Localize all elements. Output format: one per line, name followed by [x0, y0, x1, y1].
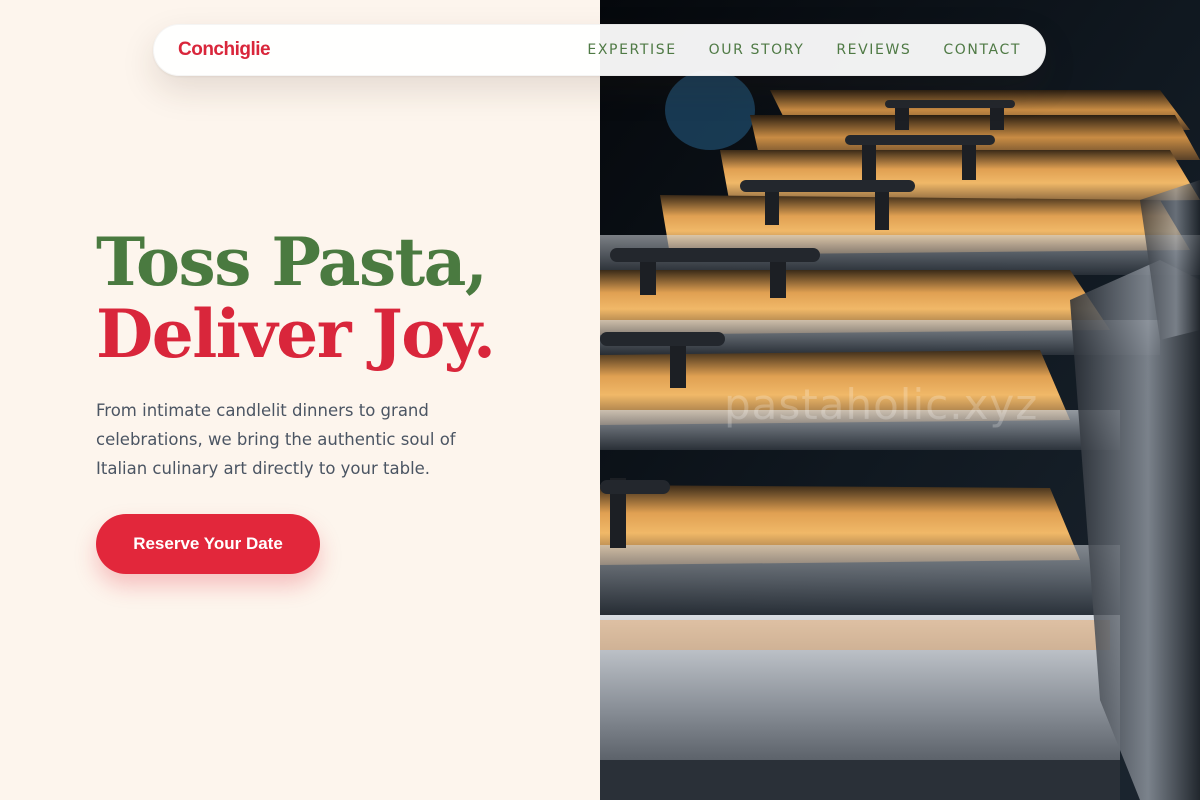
hero-title: Toss Pasta, Deliver Joy.: [96, 223, 496, 373]
top-navbar: Conchiglie EXPERTISE OUR STORY REVIEWS C…: [153, 24, 1046, 76]
hero-description: From intimate candlelit dinners to grand…: [96, 401, 456, 478]
nav-links: EXPERTISE OUR STORY REVIEWS CONTACT: [587, 42, 1021, 58]
hero-title-line-2: Deliver Joy.: [96, 295, 496, 373]
nav-link-expertise[interactable]: EXPERTISE: [587, 42, 676, 58]
reserve-date-button[interactable]: Reserve Your Date: [96, 514, 320, 574]
nav-link-our-story[interactable]: OUR STORY: [709, 42, 805, 58]
chafing-dishes-photo: [600, 0, 1200, 800]
hero-title-line-1: Toss Pasta,: [96, 223, 488, 301]
nav-link-contact[interactable]: CONTACT: [943, 42, 1021, 58]
brand-logo[interactable]: Conchiglie: [178, 39, 271, 61]
hero-image: [600, 0, 1200, 800]
nav-link-reviews[interactable]: REVIEWS: [836, 42, 911, 58]
